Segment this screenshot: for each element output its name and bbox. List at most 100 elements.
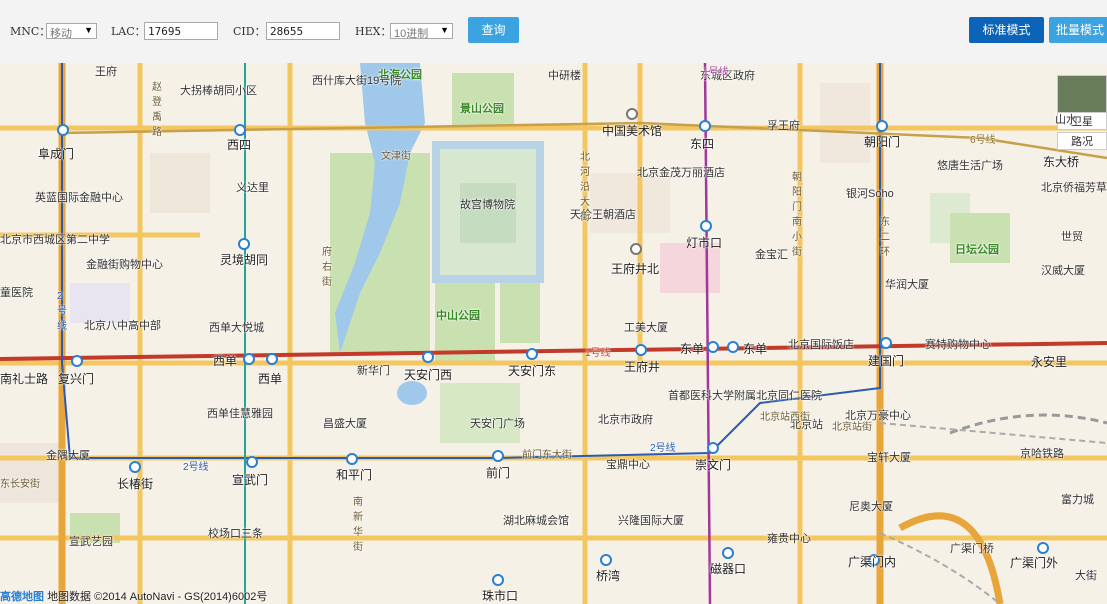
toolbar: MNC： 移动 ▼ LAC： CID： HEX： 10进制 ▼ 查询 标准模式 批量… (0, 0, 1107, 63)
map-label: 山水 (1055, 114, 1077, 126)
map-label: 世贸 (1061, 231, 1083, 243)
map-label: 大拐棒胡同小区 (180, 85, 257, 97)
map-label: 富力城 (1061, 494, 1094, 506)
map-label: 东大桥 (1043, 155, 1080, 169)
map-label: 故宫博物院 (460, 199, 515, 211)
map-label: 新华门 (357, 365, 390, 377)
map-label: 西什库大街19号院 (312, 75, 402, 87)
map-label: 中国美术馆 (602, 124, 663, 138)
map-label: 东单 (680, 342, 705, 356)
map-label: 悠唐生活广场 (937, 160, 1003, 172)
attribution-text: 地图数据 ©2014 AutoNavi - GS(2014)6002号 (47, 591, 268, 603)
map-label: 金隅大厦 (46, 450, 90, 462)
chevron-down-icon: ▼ (84, 25, 93, 35)
map-label: 义达里 (236, 182, 269, 194)
map-label: 前门 (486, 466, 511, 480)
map-label: 天安门西 (404, 368, 453, 382)
map-label: 2号线 (57, 291, 67, 332)
map-label: 1号线 (585, 348, 611, 359)
map-label: 灵境胡同 (220, 253, 269, 267)
map-label: 西单佳慧雅园 (207, 408, 273, 420)
map-label: 童医院 (0, 287, 33, 299)
map-label: 北河沿大街 (580, 152, 590, 223)
map-label: 孚王府 (767, 120, 800, 132)
map-label: 珠市口 (482, 589, 519, 603)
map-label: 和平门 (336, 468, 373, 482)
map-label: 天安门东 (508, 364, 557, 378)
map-canvas[interactable]: 卫星 路况 北海公园 景山公园 故宫博物院 中山公园 日坛公园 中国美术馆 东四… (0, 63, 1107, 604)
hex-select-value: 10进制 (394, 28, 429, 40)
map-label: 首都医科大学附属北京同仁医院 (668, 390, 822, 402)
standard-mode-button[interactable]: 标准模式 (969, 17, 1044, 43)
map-label: 西单大悦城 (209, 322, 264, 334)
map-label: 湖北麻城会馆 (503, 515, 569, 527)
mnc-select[interactable]: 移动 ▼ (46, 23, 97, 40)
map-label: 宝鼎中心 (606, 459, 650, 471)
map-attribution: 高德地图 地图数据 ©2014 AutoNavi - GS(2014)6002号 (0, 588, 267, 604)
map-label: 广渠门内 (848, 555, 897, 569)
map-label: 磁器口 (710, 562, 747, 576)
map-label: 宣武门 (232, 473, 269, 487)
map-label: 东单 (743, 342, 768, 356)
hex-label: HEX： (355, 25, 392, 38)
cid-label: CID： (233, 25, 266, 38)
map-label: 阜成门 (38, 147, 75, 161)
amap-logo: 高德地图 (0, 591, 44, 603)
map-label: 北京市政府 (598, 414, 653, 426)
map-label: 建国门 (868, 354, 905, 368)
map-label: 王府 (95, 66, 117, 78)
map-label: 南礼士路 (0, 372, 49, 386)
cid-input[interactable] (266, 22, 340, 40)
map-label: 华润大厦 (885, 279, 929, 291)
map-label: 汉威大厦 (1041, 265, 1085, 277)
map-label: 朝阳门 (864, 135, 901, 149)
map-label: 北京金茂万丽酒店 (637, 167, 725, 179)
map-label: 6号线 (970, 135, 996, 146)
batch-mode-button[interactable]: 批量模式 (1049, 17, 1107, 43)
traffic-button[interactable]: 路况 (1057, 132, 1107, 150)
map-label: 北京侨福芳草地购物中心 (1041, 182, 1107, 194)
map-label: 西四 (227, 138, 252, 152)
map-label: 东长安街 (0, 479, 40, 490)
map-label: 宝轩大厦 (867, 452, 911, 464)
map-label: 金融街购物中心 (86, 259, 163, 271)
map-label: 银河Soho (846, 188, 894, 200)
map-label: 京哈铁路 (1020, 448, 1064, 460)
map-label: 1号线 (703, 67, 729, 78)
map-label: 景山公园 (460, 103, 504, 115)
map-label: 王府井 (624, 360, 661, 374)
map-label: 灯市口 (686, 236, 723, 250)
map-label: 中山公园 (436, 310, 480, 322)
map-label: 昌盛大厦 (323, 418, 367, 430)
map-label: 赵登禹路 (152, 82, 162, 138)
map-label: 宣武艺园 (69, 536, 113, 548)
map-label: 英蓝国际金融中心 (35, 192, 123, 204)
map-label: 赛特购物中心 (925, 339, 991, 351)
map-label: 广渠门桥 (950, 543, 994, 555)
lac-label: LAC： (111, 25, 146, 38)
hex-select[interactable]: 10进制 ▼ (390, 23, 453, 40)
map-label: 崇文门 (695, 458, 732, 472)
map-label: 2号线 (650, 443, 676, 454)
map-label: 文津街 (381, 151, 411, 162)
map-label: 桥湾 (596, 569, 621, 583)
map-label: 北京八中高中部 (84, 320, 161, 332)
lac-input[interactable] (144, 22, 218, 40)
mnc-label: MNC： (10, 25, 51, 38)
map-label: 东二环 (880, 217, 890, 258)
map-label: 东四 (690, 137, 715, 151)
map-label: 天安门广场 (470, 418, 525, 430)
map-label: 校场口三条 (208, 528, 263, 540)
chevron-down-icon: ▼ (440, 25, 449, 35)
map-label: 北京国际饭店 (788, 339, 854, 351)
map-label: 西单 (258, 372, 283, 386)
map-label: 西单 (213, 354, 238, 368)
map-label: 雍贵中心 (767, 533, 811, 545)
map-label: 朝阳门南小街 (792, 172, 802, 258)
map-label: 南新华街 (353, 497, 363, 553)
query-button[interactable]: 查询 (468, 17, 519, 43)
map-label: 中研楼 (548, 70, 581, 82)
map-label: 前门东大街 (522, 450, 572, 461)
map-label: 2号线 (183, 462, 209, 473)
map-label: 府右街 (322, 247, 332, 288)
